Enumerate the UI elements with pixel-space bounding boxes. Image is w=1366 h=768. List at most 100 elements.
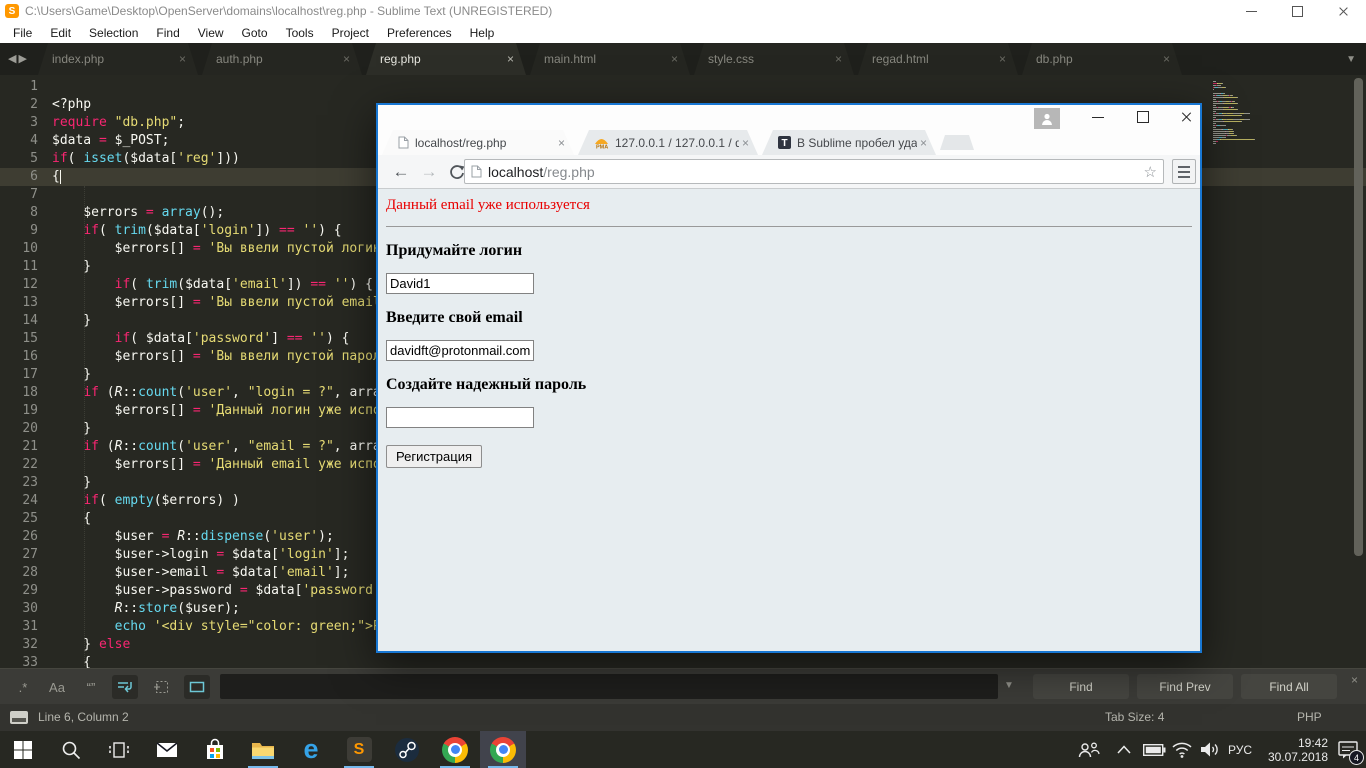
login-field[interactable] [386, 273, 534, 294]
wrap-toggle[interactable] [112, 675, 138, 699]
volume-tray-icon[interactable] [1196, 731, 1224, 768]
menu-selection[interactable]: Selection [80, 26, 147, 40]
menu-goto[interactable]: Goto [233, 26, 277, 40]
editor-tab-db-php[interactable]: db.php× [1022, 43, 1182, 75]
find-history-dropdown[interactable]: ▼ [1004, 680, 1014, 691]
sublime-taskbar-button[interactable]: S [336, 731, 382, 768]
minimap[interactable] [1213, 79, 1297, 145]
chrome-titlebar[interactable] [378, 105, 1200, 130]
close-icon[interactable]: × [667, 52, 682, 66]
menu-help[interactable]: Help [461, 26, 504, 40]
tab-overflow-dropdown[interactable]: ▼ [1346, 54, 1356, 65]
chrome-active-taskbar-button[interactable] [480, 731, 526, 768]
editor-scrollbar[interactable] [1354, 78, 1363, 556]
browser-tab-phpmyadmin[interactable]: PMA 127.0.0.1 / 127.0.0.1 / davi× [578, 130, 758, 155]
chrome-close-button[interactable] [1166, 105, 1206, 129]
browser-tab-toster[interactable]: T В Sublime пробел удаляе× [762, 130, 936, 155]
back-button[interactable]: ← [388, 159, 414, 185]
wifi-tray-icon[interactable] [1168, 731, 1196, 768]
find-button[interactable]: Find [1033, 674, 1129, 699]
password-field[interactable] [386, 407, 534, 428]
chrome-menu-button[interactable] [1172, 159, 1196, 184]
menu-edit[interactable]: Edit [41, 26, 80, 40]
sublime-close-button[interactable] [1320, 0, 1366, 22]
browser-tab-reg[interactable]: localhost/reg.php× [382, 130, 574, 155]
whole-word-toggle[interactable]: “” [78, 675, 104, 699]
chrome-toolbar: ← → localhost/reg.php ☆ [378, 155, 1200, 189]
find-all-button[interactable]: Find All [1241, 674, 1337, 699]
editor-tab-main-html[interactable]: main.html× [530, 43, 690, 75]
editor-tab-auth-php[interactable]: auth.php× [202, 43, 362, 75]
close-icon[interactable]: × [175, 52, 190, 66]
mail-button[interactable] [144, 731, 190, 768]
edge-button[interactable]: e [288, 731, 334, 768]
taskbar: e S РУС 19:42 30.07.2018 4 [0, 731, 1366, 768]
tray-expand-button[interactable] [1110, 731, 1138, 768]
bookmark-star-icon[interactable]: ☆ [1144, 163, 1157, 181]
editor-tab-reg-php[interactable]: reg.php× [366, 43, 526, 75]
sublime-tabbar: ◀▶ index.php× auth.php× reg.php× main.ht… [0, 43, 1366, 75]
menu-view[interactable]: View [189, 26, 233, 40]
find-prev-button[interactable]: Find Prev [1137, 674, 1233, 699]
close-icon[interactable]: × [739, 136, 752, 150]
svg-text:PMA: PMA [596, 145, 608, 150]
tab-scroll-arrows[interactable]: ◀▶ [8, 52, 29, 65]
search-button[interactable] [48, 731, 94, 768]
task-view-button[interactable] [96, 731, 142, 768]
close-icon[interactable]: × [917, 136, 930, 150]
steam-button[interactable] [384, 731, 430, 768]
forward-button[interactable]: → [416, 159, 442, 185]
start-button[interactable] [0, 731, 46, 768]
steam-icon [394, 737, 420, 763]
menu-find[interactable]: Find [147, 26, 188, 40]
restore-icon [1292, 6, 1303, 17]
address-bar[interactable]: localhost/reg.php ☆ [464, 159, 1164, 184]
chrome-taskbar-button[interactable] [432, 731, 478, 768]
editor-tab-style-css[interactable]: style.css× [694, 43, 854, 75]
close-icon [1338, 6, 1349, 17]
editor-tab-regad-html[interactable]: regad.html× [858, 43, 1018, 75]
clock[interactable]: 19:42 30.07.2018 [1258, 731, 1328, 768]
new-tab-button[interactable] [940, 135, 974, 150]
chrome-minimize-button[interactable] [1078, 105, 1118, 129]
menu-preferences[interactable]: Preferences [378, 26, 461, 40]
menu-project[interactable]: Project [323, 26, 378, 40]
profile-avatar[interactable] [1034, 108, 1060, 129]
page-icon [398, 136, 409, 149]
registration-page: Данный email уже используется Придумайте… [378, 189, 1200, 651]
menu-file[interactable]: File [4, 26, 41, 40]
close-icon[interactable]: × [995, 52, 1010, 66]
case-sensitive-toggle[interactable]: Aa [44, 675, 70, 699]
file-explorer-button[interactable] [240, 731, 286, 768]
menu-icon [1178, 166, 1190, 168]
in-selection-toggle[interactable] [148, 675, 174, 699]
syntax-indicator[interactable]: PHP [1297, 710, 1322, 724]
close-icon[interactable]: × [503, 52, 518, 66]
email-field[interactable] [386, 340, 534, 361]
close-icon [1180, 111, 1192, 123]
battery-tray-icon[interactable] [1140, 731, 1168, 768]
panel-toggle-icon[interactable] [10, 711, 28, 724]
folder-icon [250, 739, 276, 761]
close-icon[interactable]: × [831, 52, 846, 66]
find-panel-close-button[interactable]: × [1351, 673, 1358, 687]
close-icon[interactable]: × [555, 136, 568, 150]
close-icon[interactable]: × [1159, 52, 1174, 66]
highlight-matches-toggle[interactable] [184, 675, 210, 699]
store-button[interactable] [192, 731, 238, 768]
tab-size-indicator[interactable]: Tab Size: 4 [1105, 710, 1164, 724]
menu-tools[interactable]: Tools [277, 26, 323, 40]
people-tray-button[interactable] [1072, 731, 1106, 768]
language-indicator[interactable]: РУС [1222, 731, 1258, 768]
sublime-minimize-button[interactable] [1228, 0, 1274, 22]
chrome-maximize-button[interactable] [1123, 105, 1163, 129]
regex-toggle[interactable]: .* [10, 675, 36, 699]
editor-tab-index-php[interactable]: index.php× [38, 43, 198, 75]
page-icon [471, 165, 482, 178]
close-icon[interactable]: × [339, 52, 354, 66]
phpmyadmin-icon: PMA [594, 136, 609, 149]
register-button[interactable]: Регистрация [386, 445, 482, 468]
find-input[interactable] [220, 674, 998, 699]
sublime-restore-button[interactable] [1274, 0, 1320, 22]
action-center-button[interactable]: 4 [1330, 731, 1366, 768]
